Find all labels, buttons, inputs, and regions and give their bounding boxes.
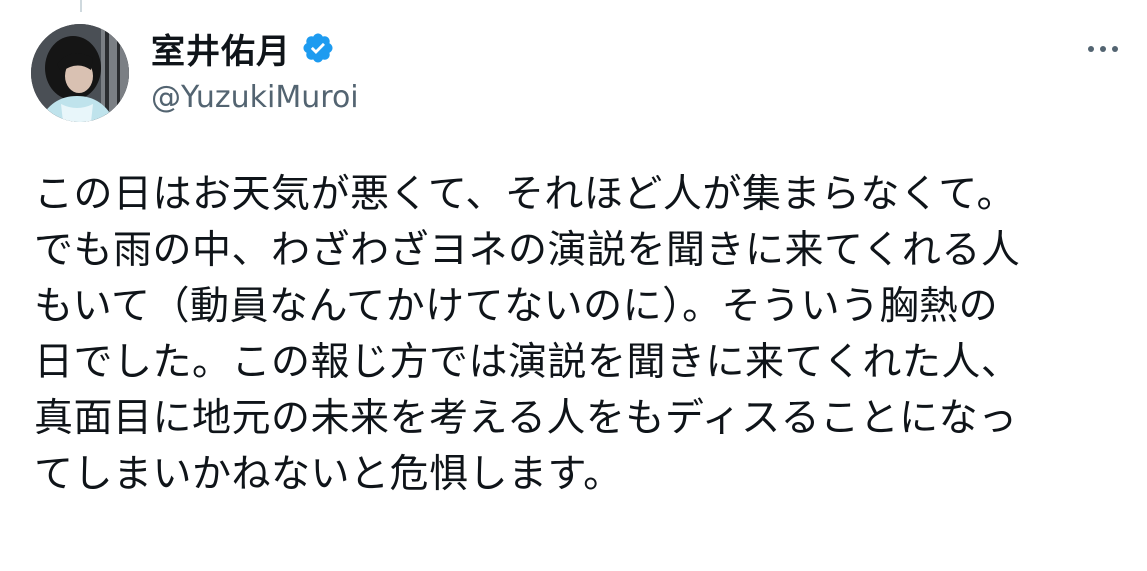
author-name-row: 室井佑月 [151,24,335,72]
author-handle[interactable]: @YuzukiMuroi [151,80,359,115]
tweet-text-line: てしまいかねないと危惧します。 [34,452,623,497]
profile-photo [31,24,129,122]
avatar[interactable] [31,24,129,122]
more-options-icon[interactable] [1081,34,1125,64]
more-dot [1100,46,1106,52]
tweet-text-line: もいて（動員なんてかけてないのに）。そういう胸熱の [34,284,999,329]
tweet-text-line: 真面目に地元の未来を考える人をもディスることになっ [34,396,1018,441]
thread-connector-line [80,0,82,12]
tweet-text-line: この日はお天気が悪くて、それほど人が集まらなくて。 [34,172,1017,217]
verified-badge-icon[interactable] [301,31,335,65]
tweet-text: この日はお天気が悪くて、それほど人が集まらなくて。 でも雨の中、わざわざヨネの演… [34,167,1124,503]
more-dot [1112,46,1118,52]
display-name[interactable]: 室井佑月 [151,24,291,73]
tweet-text-line: 日でした。この報じ方では演説を聞きに来てくれた人、 [34,340,1021,385]
tweet-text-line: でも雨の中、わざわざヨネの演説を聞きに来てくれる人 [34,228,1021,273]
more-dot [1088,46,1094,52]
